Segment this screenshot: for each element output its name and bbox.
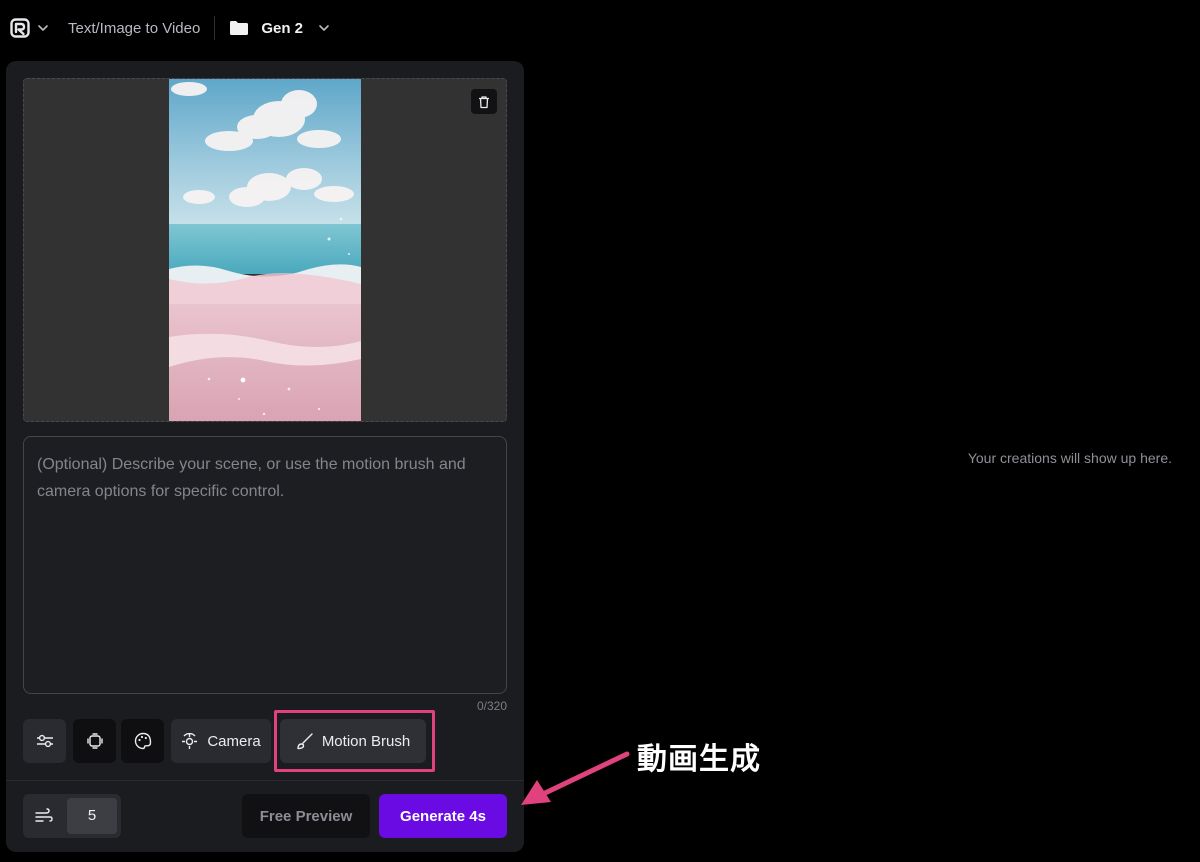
duration-value[interactable]: 5 (67, 798, 117, 834)
folder-icon (230, 21, 249, 35)
annotation-arrow (521, 751, 630, 805)
upscale-button[interactable] (73, 719, 116, 763)
brush-icon (297, 732, 313, 749)
generation-panel: 0/320 Cam (6, 61, 524, 852)
trash-icon (479, 95, 489, 108)
camera-label: Camera (207, 732, 261, 750)
top-bar: Text/Image to Video Gen 2 (0, 0, 1200, 56)
app-logo-menu[interactable] (8, 13, 56, 43)
duration-control[interactable]: 5 (23, 794, 121, 838)
camera-orbit-icon (182, 732, 198, 749)
motion-brush-label: Motion Brush (321, 732, 411, 750)
runway-logo-icon (10, 18, 30, 38)
header-divider (214, 16, 216, 40)
prompt-textarea[interactable] (23, 436, 507, 694)
camera-button[interactable]: Camera (171, 719, 271, 763)
chevron-down-icon (38, 25, 48, 31)
uploaded-image (169, 79, 361, 421)
settings-button[interactable] (23, 719, 66, 763)
motion-brush-button[interactable]: Motion Brush (280, 719, 426, 763)
palette-icon (134, 732, 151, 750)
character-counter: 0/320 (476, 699, 507, 713)
delete-image-button[interactable] (471, 89, 497, 114)
image-upload-zone[interactable] (23, 78, 507, 422)
chevron-down-icon (319, 25, 329, 31)
annotation-label: 動画生成 (637, 742, 761, 777)
frame-icon (86, 733, 103, 749)
folder-name: Gen 2 (261, 19, 303, 37)
footer-divider (6, 780, 524, 781)
sliders-icon (36, 734, 53, 748)
mode-breadcrumb[interactable]: Text/Image to Video (68, 20, 200, 37)
wind-icon (35, 808, 53, 822)
free-preview-button[interactable]: Free Preview (242, 794, 370, 838)
empty-state-message: Your creations will show up here. (967, 450, 1172, 466)
folder-selector[interactable]: Gen 2 (229, 20, 331, 37)
generate-button[interactable]: Generate 4s (379, 794, 507, 838)
style-button[interactable] (121, 719, 164, 763)
